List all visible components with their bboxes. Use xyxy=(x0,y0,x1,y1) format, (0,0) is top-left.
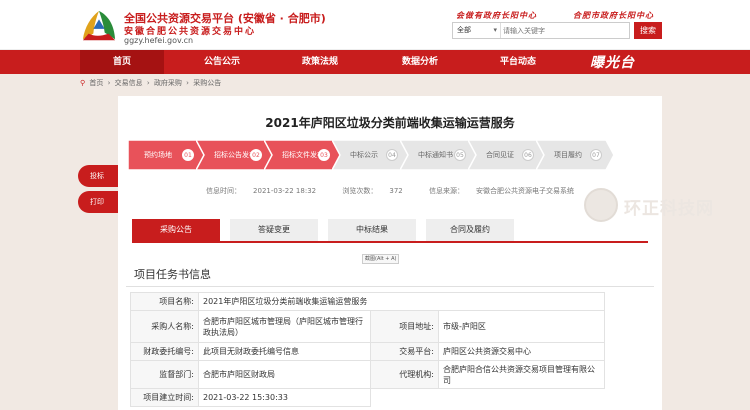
meta-info: 信息时间： 2021-03-22 18:32 浏览次数： 372 信息来源： 安徽合肥… xyxy=(206,187,574,195)
info-source: 安徽合肥公共资源电子交易系统 xyxy=(475,187,574,195)
step-label: 中标公示 xyxy=(350,151,378,159)
agent-value: 合肥庐阳合信公共资源交易项目管理有限公司 xyxy=(438,360,605,389)
project-info-table: 项目名称: 2021年庐阳区垃圾分类前端收集运输运营服务 采购人名称: 合肥市庐… xyxy=(130,292,605,407)
tab-award-result[interactable]: 中标结果 xyxy=(328,219,416,241)
site-logo-icon[interactable] xyxy=(80,8,118,44)
page-title: 2021年庐阳区垃圾分类前端收集运输运营服务 xyxy=(265,116,515,130)
step-07: 项目履约 07 xyxy=(536,140,614,170)
supervise-value: 合肥市庐阳区财政局 xyxy=(198,360,371,389)
search-scope-select[interactable]: 全部 ▾ xyxy=(453,23,501,38)
table-row: 项目建立时间: 2021-03-22 15:30:33 xyxy=(130,388,605,407)
breadcrumb-home[interactable]: 首页 xyxy=(89,79,103,87)
table-row: 采购人名称: 合肥市庐阳区城市管理局（庐阳区城市管理行政执法局） 项目地址: 市… xyxy=(130,310,605,343)
table-row: 财政委托编号: 此项目无财政委托编号信息 交易平台: 庐阳区公共资源交易中心 xyxy=(130,342,605,361)
site-domain: ggzy.hefei.gov.cn xyxy=(124,36,194,45)
step-04: 中标公示 04 xyxy=(332,140,410,170)
table-row: 监督部门: 合肥市庐阳区财政局 代理机构: 合肥庐阳合信公共资源交易项目管理有限… xyxy=(130,360,605,389)
slogan-left: 会做有政府长阳中心 xyxy=(456,11,537,20)
nav-item-home[interactable]: 首页 xyxy=(80,50,164,74)
breadcrumb: ⚲ 首页 › 交易信息 › 政府采购 › 采购公告 xyxy=(80,79,222,87)
project-name-value: 2021年庐阳区垃圾分类前端收集运输运营服务 xyxy=(198,292,605,311)
project-name-label: 项目名称: xyxy=(130,292,199,311)
search-button[interactable]: 搜索 xyxy=(634,22,662,39)
platform-label: 交易平台: xyxy=(370,342,439,361)
created-value: 2021-03-22 15:30:33 xyxy=(198,388,371,407)
breadcrumb-gov-procurement[interactable]: 政府采购 xyxy=(154,79,182,87)
step-number: 01 xyxy=(182,149,194,161)
nav-item-data-analysis[interactable]: 数据分析 xyxy=(378,50,462,74)
step-number: 05 xyxy=(454,149,466,161)
exposure-logo[interactable]: 曝光台 xyxy=(590,52,635,72)
step-label: 中标通知书 xyxy=(418,151,453,159)
watermark-text: 环正科技网 xyxy=(624,199,714,219)
step-label: 项目履约 xyxy=(554,151,582,159)
step-number: 04 xyxy=(386,149,398,161)
search-input[interactable] xyxy=(503,24,627,37)
breadcrumb-current: 采购公告 xyxy=(193,79,222,87)
search-box: 全部 ▾ xyxy=(452,22,630,39)
finance-no-value: 此项目无财政委托编号信息 xyxy=(198,342,371,361)
agent-label: 代理机构: xyxy=(370,360,439,389)
finance-no-label: 财政委托编号: xyxy=(130,342,199,361)
nav-item-policies[interactable]: 政策法规 xyxy=(278,50,362,74)
buyer-value: 合肥市庐阳区城市管理局（庐阳区城市管理行政执法局） xyxy=(198,310,371,343)
breadcrumb-trade-info[interactable]: 交易信息 xyxy=(115,79,143,87)
info-time: 2021-03-22 18:32 xyxy=(253,187,317,195)
nav-item-announcements[interactable]: 公告公示 xyxy=(180,50,264,74)
main-nav: 首页 公告公示 政策法规 数据分析 平台动态 曝光台 xyxy=(0,50,750,74)
platform-value: 庐阳区公共资源交易中心 xyxy=(438,342,605,361)
step-01: 预约场地 01 xyxy=(128,140,206,170)
buyer-label: 采购人名称: xyxy=(130,310,199,343)
section-title: 项目任务书信息 xyxy=(134,268,211,281)
step-number: 07 xyxy=(590,149,602,161)
created-label: 项目建立时间: xyxy=(130,388,199,407)
table-row: 项目名称: 2021年庐阳区垃圾分类前端收集运输运营服务 xyxy=(130,292,605,311)
tab-contract[interactable]: 合同及履约 xyxy=(426,219,514,241)
address-label: 项目地址: xyxy=(370,310,439,343)
screenshot-tooltip: 截图(Alt + A) xyxy=(362,254,400,264)
step-06: 合同见证 06 xyxy=(468,140,546,170)
print-button[interactable]: 打印 xyxy=(78,191,118,213)
watermark: 环正科技网 xyxy=(584,186,750,230)
step-number: 03 xyxy=(318,149,330,161)
location-pin-icon: ⚲ xyxy=(80,79,86,87)
tab-underline xyxy=(132,241,648,243)
step-05: 中标通知书 05 xyxy=(400,140,478,170)
bid-button[interactable]: 投标 xyxy=(78,165,118,187)
step-label: 预约场地 xyxy=(144,151,172,159)
tab-qa-changes[interactable]: 答疑变更 xyxy=(230,219,318,241)
supervise-label: 监督部门: xyxy=(130,360,199,389)
step-number: 02 xyxy=(250,149,262,161)
step-label: 合同见证 xyxy=(486,151,514,159)
site-header: 全国公共资源交易平台 (安徽省 · 合肥市) 安徽合肥公共资源交易中心 ggzy… xyxy=(0,0,750,50)
chevron-down-icon: ▾ xyxy=(493,26,497,34)
slogan-right: 合肥市政府长阳中心 xyxy=(573,11,654,20)
tab-procurement-notice[interactable]: 采购公告 xyxy=(132,219,220,241)
address-value: 市级-庐阳区 xyxy=(438,310,605,343)
nav-item-platform-news[interactable]: 平台动态 xyxy=(476,50,560,74)
view-count: 372 xyxy=(389,187,403,195)
step-02: 招标公告发布 02 xyxy=(196,140,274,170)
divider xyxy=(126,286,654,287)
step-03: 招标文件发布 03 xyxy=(264,140,342,170)
detail-panel: 2021年庐阳区垃圾分类前端收集运输运营服务 预约场地 01 招标公告发布 02 招标文… xyxy=(118,96,662,410)
watermark-logo-icon xyxy=(584,188,618,222)
progress-steps: 预约场地 01 招标公告发布 02 招标文件发布 03 中标公示 04 中标通知书 05 合同见证 0… xyxy=(128,140,614,170)
step-number: 06 xyxy=(522,149,534,161)
